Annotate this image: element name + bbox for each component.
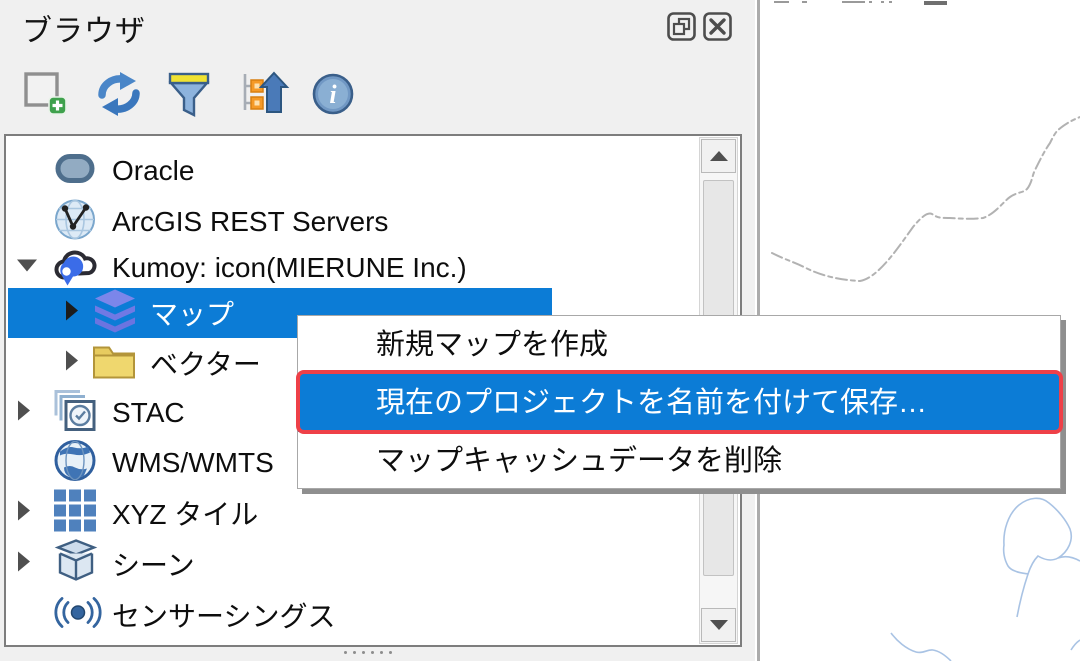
tree-item-kumoy-icon-mierune-inc-[interactable]: Kumoy: icon(MIERUNE Inc.) — [6, 248, 740, 288]
info-icon: i — [310, 70, 358, 118]
close-panel-button[interactable] — [703, 12, 732, 41]
info-button[interactable]: i — [310, 70, 358, 118]
tree-item--[interactable]: センサーシングス — [6, 590, 740, 640]
browser-toolbar: i — [22, 70, 358, 118]
menu-item-2[interactable]: 現在のプロジェクトを名前を付けて保存… — [298, 374, 1060, 432]
menu-item-1[interactable]: 新規マップを作成 — [298, 316, 1060, 374]
tree-item-arcgis-rest-servers[interactable]: ArcGIS REST Servers — [6, 197, 740, 247]
tree-item-label: STAC — [112, 397, 185, 428]
expander-collapsed-icon[interactable] — [16, 551, 32, 578]
scroll-up-button[interactable] — [701, 139, 736, 173]
xyz-tiles-icon — [52, 488, 98, 539]
filter-button[interactable] — [166, 70, 214, 118]
arcgis-icon — [52, 197, 98, 248]
map-context-menu: 新規マップを作成 現在のプロジェクトを名前を付けて保存… マップキャッシュデータを削… — [297, 315, 1061, 489]
expander-collapsed-icon[interactable] — [64, 300, 80, 327]
svg-text:i: i — [329, 80, 337, 109]
menu-item-3[interactable]: マップキャッシュデータを削除 — [298, 432, 1060, 490]
tree-item-label: ArcGIS REST Servers — [112, 206, 389, 237]
refresh-icon — [94, 70, 142, 118]
wms-globe-icon — [52, 438, 98, 489]
expander-expanded-icon[interactable] — [16, 258, 38, 279]
arrow-up-icon — [709, 151, 728, 161]
tree-item--[interactable]: シーン — [6, 539, 740, 589]
close-panel-icon — [703, 12, 732, 41]
tree-item-label: ベクター — [150, 349, 261, 380]
oracle-icon — [52, 146, 98, 197]
tree-item-label: Oracle — [112, 155, 195, 186]
qgis-window: ブラウザ i Oracle ArcGIS REST Servers Kumoy:… — [0, 0, 1080, 661]
scroll-down-button[interactable] — [701, 608, 736, 642]
collapse-tree-icon — [238, 70, 290, 118]
folder-icon — [90, 338, 138, 389]
scene-cube-icon — [52, 539, 100, 590]
tree-item-xyz-[interactable]: XYZ タイル — [6, 488, 740, 538]
tree-item-label: センサーシングス — [112, 601, 336, 632]
layers-icon — [90, 288, 140, 339]
refresh-button[interactable] — [94, 70, 142, 118]
expander-collapsed-icon[interactable] — [16, 500, 32, 527]
tree-item-label: XYZ タイル — [112, 499, 259, 530]
panel-title: ブラウザ — [22, 15, 146, 48]
add-layer-button[interactable] — [22, 70, 70, 118]
float-panel-icon — [667, 12, 696, 41]
stac-icon — [52, 388, 98, 439]
float-panel-button[interactable] — [667, 12, 696, 41]
tree-item-oracle[interactable]: Oracle — [6, 146, 740, 196]
filter-icon — [166, 70, 214, 118]
tree-item-label: シーン — [112, 550, 195, 581]
panel-splitter-handle[interactable] — [344, 651, 392, 654]
tree-item-label: マップ — [150, 299, 235, 330]
cloud-pin-icon — [52, 243, 98, 294]
expander-collapsed-icon[interactable] — [64, 350, 80, 377]
expander-collapsed-icon[interactable] — [16, 400, 32, 427]
tree-item-label: Kumoy: icon(MIERUNE Inc.) — [112, 252, 467, 283]
collapse-tree-button[interactable] — [238, 70, 290, 118]
sensorthings-icon — [52, 590, 104, 641]
tree-item-label: WMS/WMTS — [112, 447, 274, 478]
arrow-down-icon — [709, 620, 728, 630]
add-layer-icon — [22, 70, 70, 118]
